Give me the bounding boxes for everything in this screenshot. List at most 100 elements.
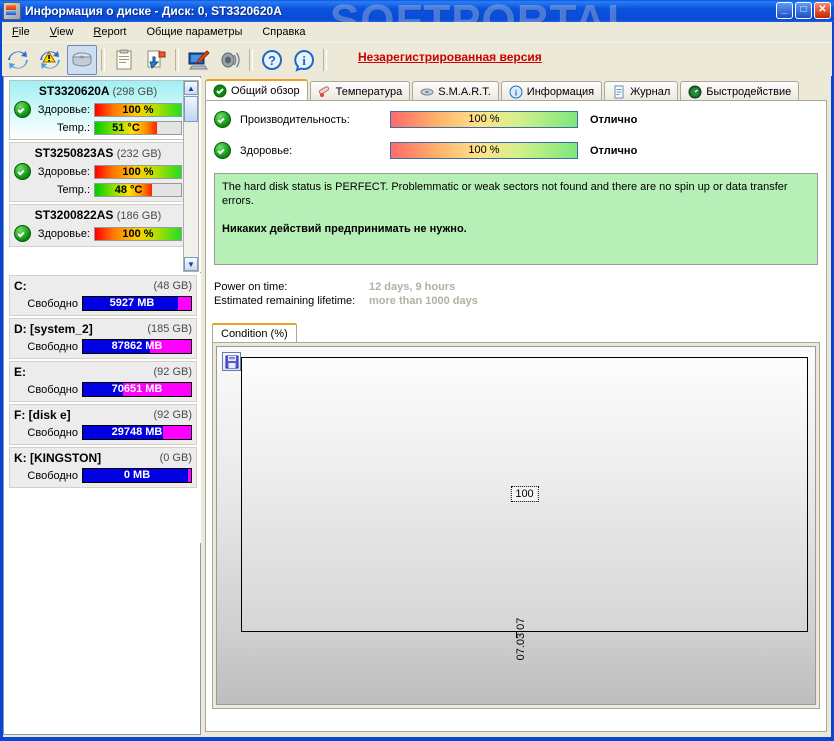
health-row: Здоровье: 100 % Отлично — [214, 142, 826, 159]
volume-item[interactable]: E: (92 GB) Свободно 70651 MB — [9, 361, 197, 402]
tab-label: S.M.A.R.T. — [438, 85, 491, 98]
drive-temp-label: Temp.: — [56, 184, 90, 196]
volume-free-bar: 29748 MB — [82, 425, 192, 440]
volume-free-row: Свободно 87862 MB — [14, 339, 192, 354]
drive-temp-bar: 51 °C — [94, 121, 182, 135]
drive-capacity: (186 GB) — [116, 210, 162, 222]
volume-capacity: (48 GB) — [153, 280, 192, 292]
info-button[interactable]: i — [289, 45, 319, 75]
menu-item-view[interactable]: View — [40, 24, 84, 40]
volume-item[interactable]: K: [KINGSTON] (0 GB) Свободно 0 MB — [9, 447, 197, 488]
minimize-icon: _ — [781, 4, 788, 15]
tab-performance[interactable]: Быстродействие — [680, 81, 800, 101]
menu-report-rest: eport — [101, 26, 127, 38]
volume-capacity: (92 GB) — [153, 409, 192, 421]
smart-icon — [420, 85, 434, 99]
floppy-save-icon — [225, 355, 238, 368]
report-button[interactable] — [109, 45, 139, 75]
volume-free-label: Свободно — [27, 469, 78, 482]
report-icon — [116, 49, 132, 69]
export-report-button[interactable] — [141, 45, 171, 75]
tab-label: Быстродействие — [706, 85, 792, 98]
volume-name: F: [disk e] — [14, 408, 71, 422]
volume-free-label: Свободно — [27, 340, 78, 353]
menu-item-file[interactable]: File — [2, 24, 40, 40]
volume-item[interactable]: F: [disk e] (92 GB) Свободно 29748 MB — [9, 404, 197, 445]
monitor-edit-button[interactable] — [183, 45, 213, 75]
volume-free-row: Свободно 5927 MB — [14, 296, 192, 311]
help-button[interactable]: ? — [257, 45, 287, 75]
menu-item-general-params[interactable]: Общие параметры — [136, 24, 252, 40]
minimize-button[interactable]: _ — [776, 2, 793, 19]
drive-list-scrollbar[interactable]: ▲ ▼ — [183, 80, 199, 272]
tab-journal[interactable]: Журнал — [604, 81, 679, 101]
window-controls: _ □ ✕ — [776, 2, 831, 19]
drive-item[interactable]: ST3320620A (298 GB) Здоровье: 100 % Temp… — [9, 80, 187, 140]
scrollbar-thumb[interactable] — [184, 96, 198, 122]
drive-item[interactable]: ST3200822AS (186 GB) Здоровье: 100 % — [9, 204, 187, 247]
volume-free-label: Свободно — [27, 383, 78, 396]
status-message-action: Никаких действий предпринимать не нужно. — [222, 223, 467, 235]
drive-temp-row: Temp.: 51 °C — [14, 121, 182, 135]
health-bar-value: 100 % — [122, 227, 154, 240]
volume-item[interactable]: D: [system_2] (185 GB) Свободно 87862 MB — [9, 318, 197, 359]
drive-model: ST3320620A — [38, 84, 110, 98]
menu-item-report[interactable]: Report — [83, 24, 136, 40]
drive-temp-bar: 48 °C — [94, 183, 182, 197]
tab-information[interactable]: i Информация — [500, 81, 603, 101]
volume-free-value: 0 MB — [123, 469, 151, 481]
volume-header: E: (92 GB) — [14, 365, 192, 379]
close-button[interactable]: ✕ — [814, 2, 831, 19]
performance-bar-value: 100 % — [468, 113, 500, 125]
unregistered-version-link[interactable]: Незарегистрированная версия — [358, 50, 542, 64]
disk-button[interactable] — [67, 44, 97, 75]
tab-overview[interactable]: Общий обзор — [205, 79, 308, 101]
volume-header: D: [system_2] (185 GB) — [14, 322, 192, 336]
lifetime-row: Estimated remaining lifetime: more than … — [214, 295, 478, 307]
scroll-down-button[interactable]: ▼ — [184, 257, 198, 271]
refresh-button[interactable] — [3, 45, 33, 75]
performance-bar: 100 % — [390, 111, 578, 128]
volume-free-bar: 70651 MB — [82, 382, 192, 397]
maximize-button[interactable]: □ — [795, 2, 812, 19]
volume-free-bar: 5927 MB — [82, 296, 192, 311]
drive-item[interactable]: ST3250823AS (232 GB) Здоровье: 100 % Tem… — [9, 142, 187, 202]
menu-item-help[interactable]: Справка — [252, 24, 315, 40]
save-chart-button[interactable] — [222, 352, 241, 371]
refresh-warning-icon — [40, 50, 60, 69]
scroll-up-button[interactable]: ▲ — [184, 81, 198, 95]
toolbar-separator-3 — [249, 48, 253, 71]
condition-chart-panel: 100 07.03.07 — [212, 342, 820, 709]
drive-health-row: Здоровье: 100 % — [14, 225, 182, 242]
speaker-button[interactable] — [215, 45, 245, 75]
volume-item[interactable]: C: (48 GB) Свободно 5927 MB — [9, 275, 197, 316]
info-icon: i — [294, 49, 314, 72]
maximize-icon: □ — [800, 4, 807, 15]
tab-smart[interactable]: S.M.A.R.T. — [412, 81, 499, 101]
chart-x-tick-label: 07.03.07 — [515, 617, 527, 661]
volume-free-bar: 87862 MB — [82, 339, 192, 354]
tab-temperature[interactable]: Температура — [309, 81, 411, 101]
power-on-time-value: 12 days, 9 hours — [369, 281, 456, 293]
disk-info-icon — [3, 2, 21, 20]
health-label: Здоровье: — [240, 144, 293, 157]
thermometer-icon — [318, 85, 332, 99]
volume-free-row: Свободно 70651 MB — [14, 382, 192, 397]
volume-header: F: [disk e] (92 GB) — [14, 408, 192, 422]
ok-check-icon — [14, 163, 31, 180]
volume-free-value: 29748 MB — [111, 426, 163, 438]
gauge-icon — [688, 85, 702, 99]
volume-list: C: (48 GB) Свободно 5927 MB D: [system_2… — [5, 273, 201, 543]
overview-panel: Производительность: 100 % Отлично Здоров… — [205, 100, 827, 732]
health-bar-value: 100 % — [122, 103, 154, 116]
refresh-icon — [8, 50, 28, 69]
drive-model: ST3250823AS — [34, 146, 114, 160]
volume-free-label: Свободно — [27, 426, 78, 439]
drive-temp-label: Temp.: — [56, 122, 90, 134]
refresh-warning-button[interactable] — [35, 45, 65, 75]
client-area: ST3320620A (298 GB) Здоровье: 100 % Temp… — [3, 76, 831, 737]
drive-list: ST3320620A (298 GB) Здоровье: 100 % Temp… — [5, 78, 201, 272]
speaker-icon — [221, 52, 240, 67]
tab-condition[interactable]: Condition (%) — [212, 323, 297, 343]
drive-health-label: Здоровье: — [37, 227, 90, 240]
